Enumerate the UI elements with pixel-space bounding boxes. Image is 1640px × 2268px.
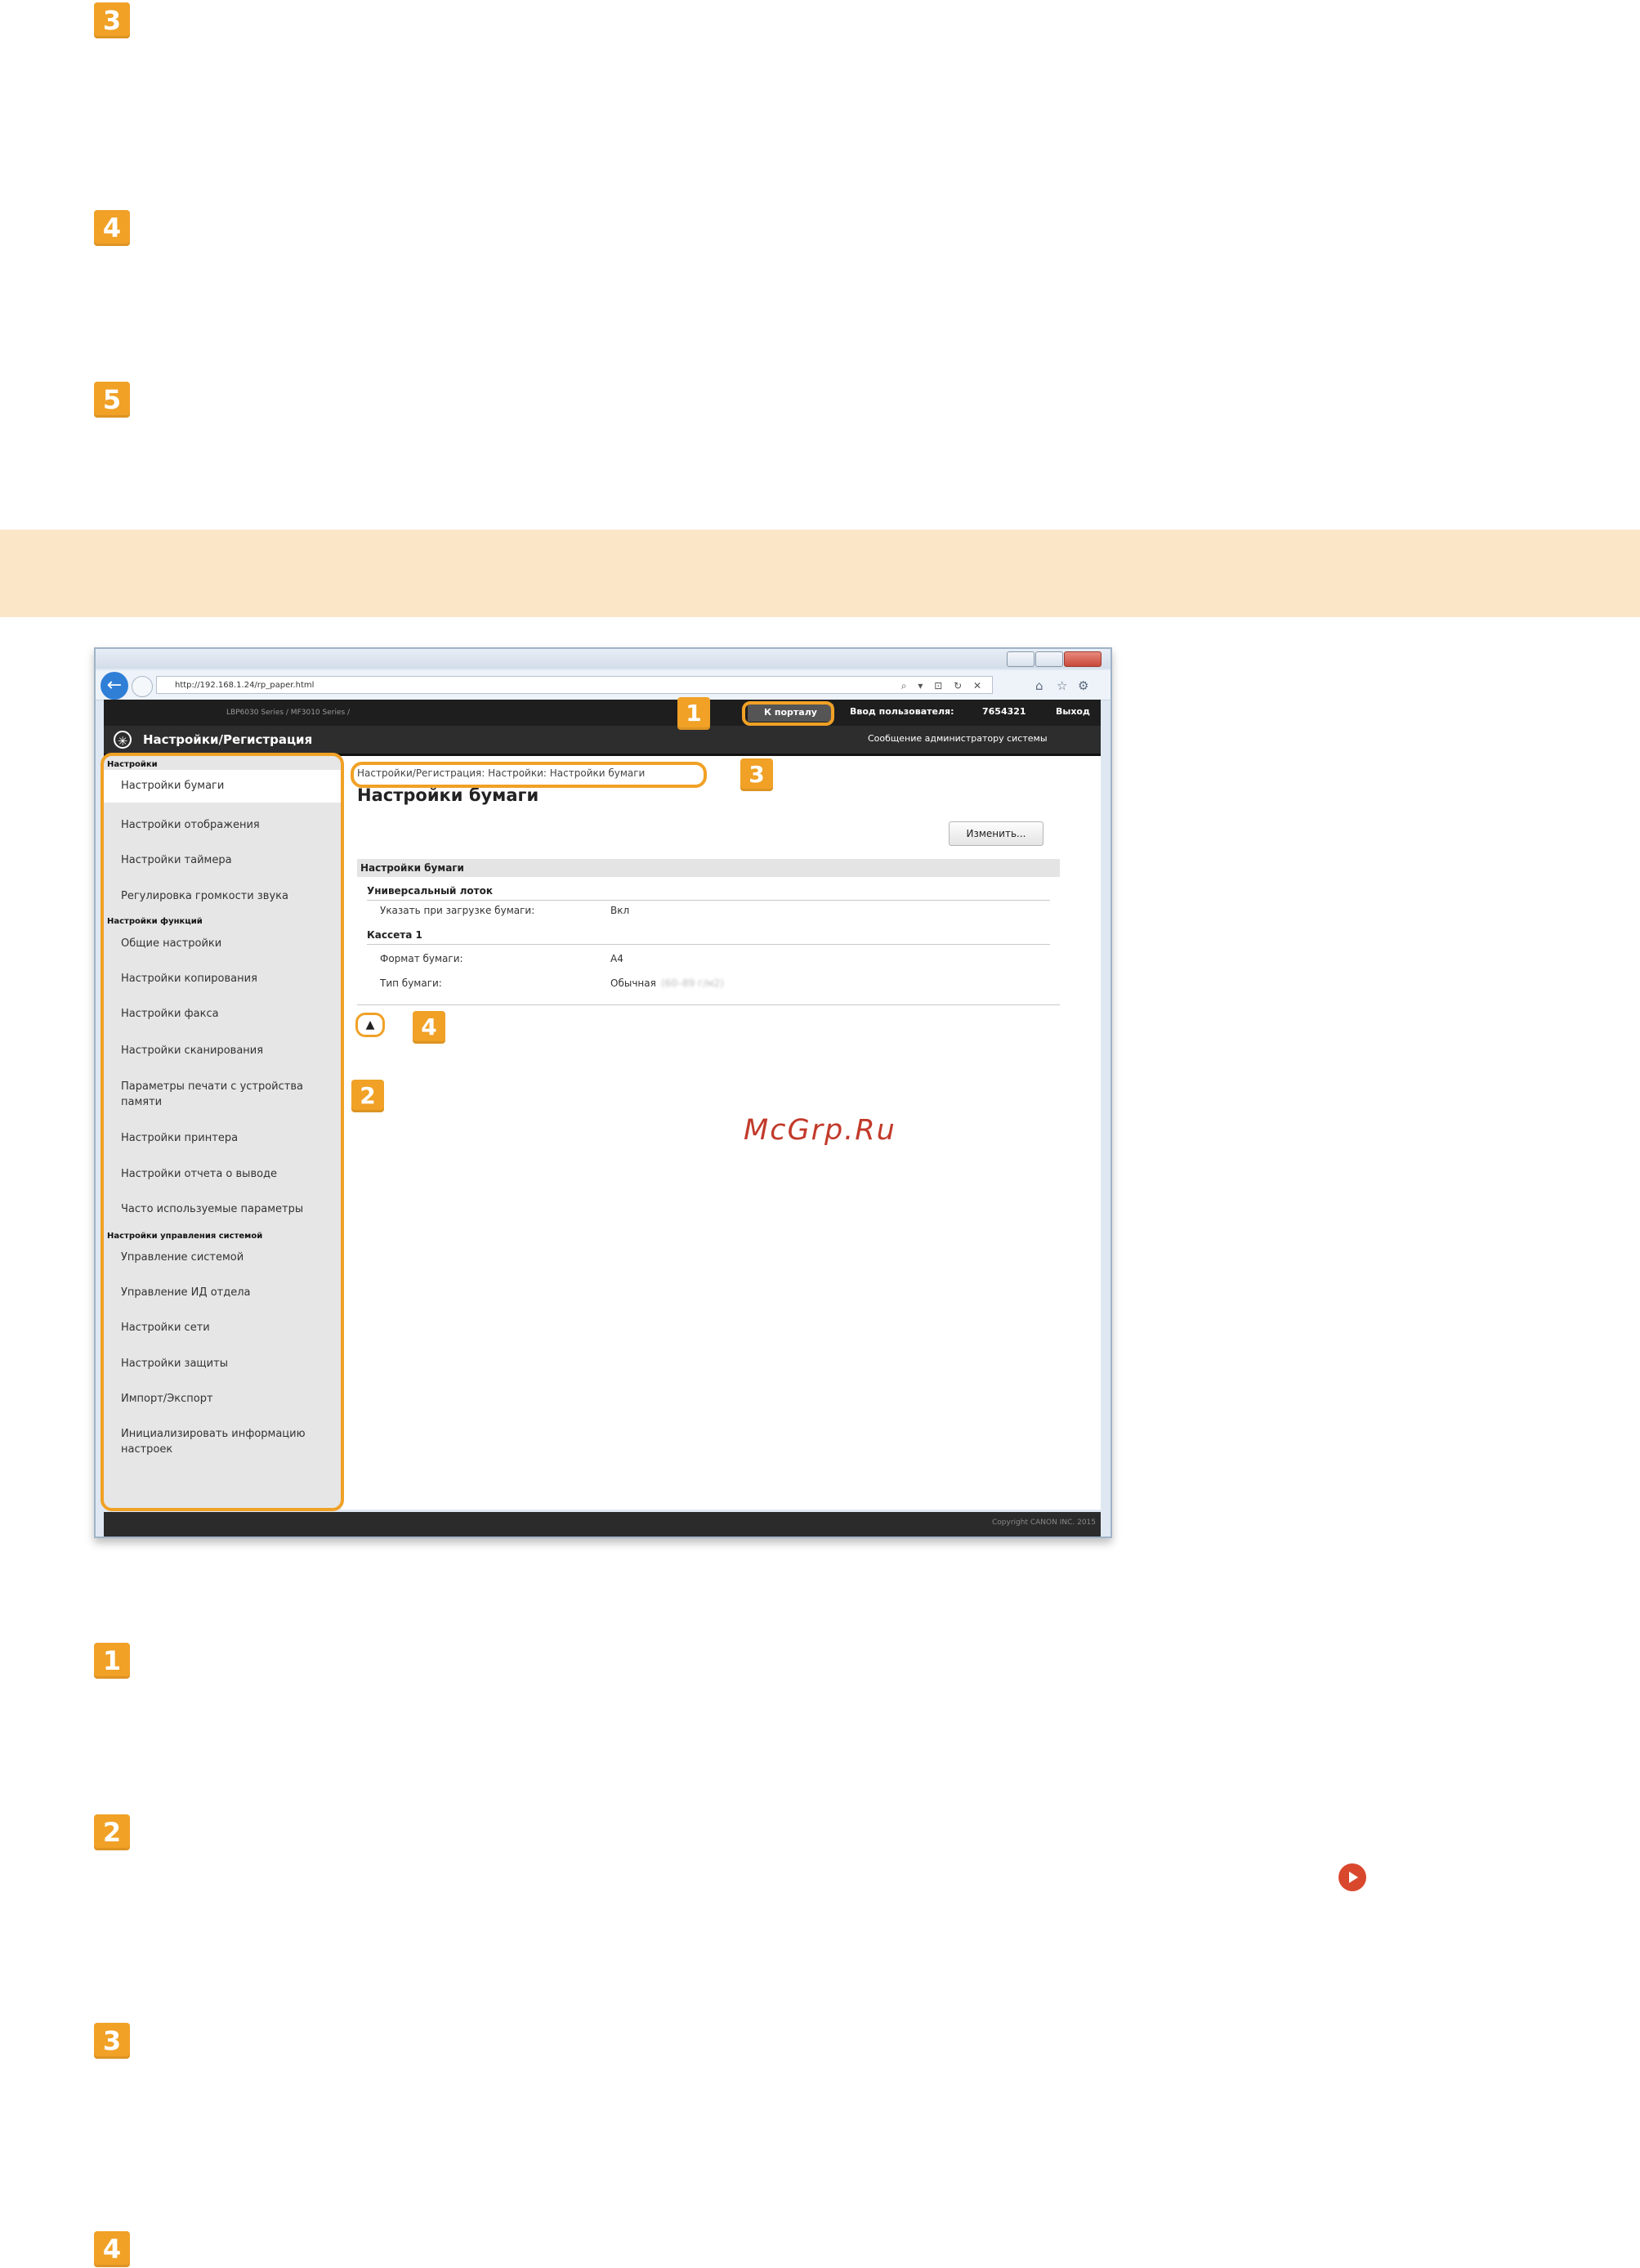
group-title: Кассета 1 [367, 929, 422, 941]
divider [357, 1004, 1060, 1005]
callout-badge-3: 3 [740, 758, 773, 791]
minimize-icon[interactable] [1007, 651, 1034, 667]
step-badge-2: 2 [94, 1814, 130, 1850]
highlight-portal [742, 701, 834, 726]
edit-button[interactable]: Изменить... [949, 821, 1043, 846]
url-tools-icons[interactable]: ⌕ ▾ ⊡ ↻ ✕ [901, 677, 985, 695]
divider [367, 944, 1050, 945]
main-content: Настройки/Регистрация: Настройки: Настро… [341, 756, 1101, 1510]
app-header: ✳ Настройки/Регистрация Сообщение админи… [104, 726, 1101, 756]
scroll-to-top-icon[interactable]: ▲ [355, 1013, 385, 1037]
footer-bar: Copyright CANON INC. 2015 [104, 1512, 1101, 1537]
login-label: Ввод пользователя: [850, 706, 954, 717]
callout-badge-4: 4 [413, 1011, 445, 1044]
step-badge-4: 4 [94, 2231, 130, 2267]
logout-link[interactable]: Выход [1056, 706, 1090, 717]
field-label: Тип бумаги: [380, 977, 442, 989]
settings-gear-icon[interactable]: ⚙ [1078, 678, 1088, 693]
home-icon[interactable]: ⌂ [1035, 678, 1043, 693]
copyright: Copyright CANON INC. 2015 [992, 1519, 1096, 1527]
browser-navbar: ← http://192.168.1.24/rp_paper.html ⌕ ▾ … [96, 670, 1110, 700]
address-bar[interactable]: http://192.168.1.24/rp_paper.html ⌕ ▾ ⊡ … [156, 676, 993, 694]
field-value: A4 [610, 953, 623, 964]
page-title: Настройки бумаги [357, 785, 539, 805]
forward-arrow-icon[interactable] [132, 676, 153, 697]
callout-badge-1: 1 [677, 697, 710, 730]
field-label: Формат бумаги: [380, 953, 463, 964]
app-title: Настройки/Регистрация [143, 732, 313, 747]
device-header: LBP6030 Series / MF3010 Series / К порта… [104, 700, 1101, 726]
section-banner [0, 530, 1640, 617]
url-text: http://192.168.1.24/rp_paper.html [175, 681, 315, 690]
field-value: Вкл [610, 905, 630, 916]
play-arrow-icon[interactable] [1338, 1863, 1366, 1891]
step-badge-3: 3 [94, 2023, 130, 2059]
highlight-sidebar [101, 753, 344, 1511]
browser-screenshot: ← http://192.168.1.24/rp_paper.html ⌕ ▾ … [94, 647, 1112, 1538]
field-value: Обычная [610, 977, 656, 989]
login-value: 7654321 [982, 706, 1026, 717]
highlight-breadcrumb [351, 762, 707, 788]
step-badge-3: 3 [94, 2, 130, 38]
settings-gear-icon: ✳ [114, 731, 132, 749]
step-badge-5: 5 [94, 382, 130, 418]
field-label: Указать при загрузке бумаги: [380, 905, 535, 916]
device-info: LBP6030 Series / MF3010 Series / [226, 709, 351, 717]
admin-message-link[interactable]: Сообщение администратору системы [868, 733, 1048, 744]
maximize-icon[interactable] [1035, 651, 1063, 667]
section-header: Настройки бумаги [357, 859, 1060, 877]
divider [367, 900, 1050, 901]
group-title: Универсальный лоток [367, 885, 493, 897]
back-arrow-icon[interactable]: ← [101, 672, 128, 700]
step-badge-1: 1 [94, 1643, 130, 1679]
window-titlebar [96, 649, 1110, 669]
field-value-detail: (60–89 г/м2) [661, 977, 724, 989]
step-badge-4: 4 [94, 210, 130, 246]
favorites-star-icon[interactable]: ☆ [1057, 678, 1067, 693]
callout-badge-2: 2 [351, 1080, 384, 1112]
watermark: McGrp.Ru [744, 1114, 896, 1147]
close-window-icon[interactable] [1064, 651, 1102, 667]
